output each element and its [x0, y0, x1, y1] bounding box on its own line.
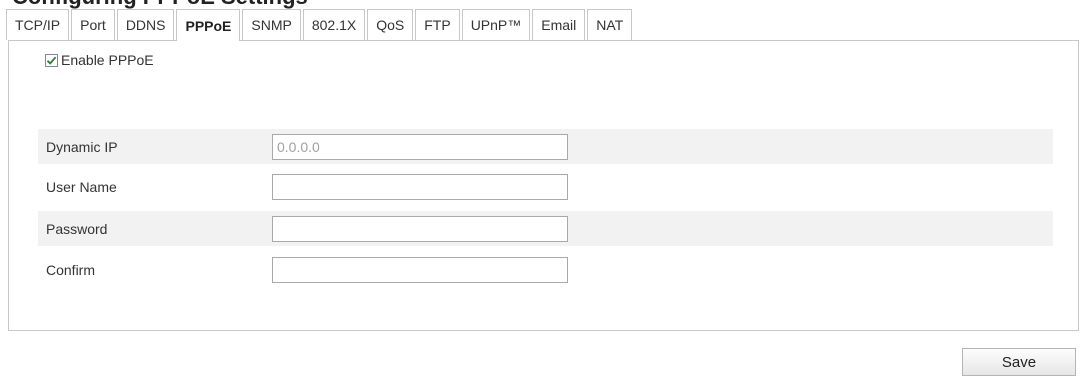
- tab-ftp[interactable]: FTP: [415, 9, 460, 40]
- dynamic-ip-field: [272, 134, 568, 160]
- confirm-row: Confirm: [38, 252, 1053, 287]
- tab-email[interactable]: Email: [532, 9, 586, 40]
- password-input[interactable]: [272, 216, 568, 242]
- dynamic-ip-label: Dynamic IP: [46, 138, 118, 155]
- tab-8021x[interactable]: 802.1X: [302, 9, 366, 40]
- tab-tcpip[interactable]: TCP/IP: [6, 9, 70, 40]
- tab-pppoe[interactable]: PPPoE: [176, 9, 241, 41]
- confirm-label: Confirm: [46, 261, 96, 278]
- tab-port[interactable]: Port: [71, 9, 115, 40]
- tab-ddns[interactable]: DDNS: [116, 9, 175, 40]
- dynamic-ip-row: Dynamic IP: [38, 129, 1053, 164]
- tab-qos[interactable]: QoS: [367, 9, 414, 40]
- user-name-row: User Name: [38, 169, 1053, 204]
- user-name-label: User Name: [46, 178, 117, 195]
- save-button[interactable]: Save: [962, 348, 1076, 376]
- tab-snmp[interactable]: SNMP: [242, 9, 301, 40]
- password-row: Password: [38, 211, 1053, 246]
- tab-bar: TCP/IP Port DDNS PPPoE SNMP 802.1X QoS F…: [6, 9, 634, 41]
- password-label: Password: [46, 220, 108, 237]
- tab-upnp[interactable]: UPnP™: [461, 9, 531, 40]
- checkmark-icon: [46, 56, 57, 65]
- enable-pppoe-label: Enable PPPoE: [61, 52, 154, 68]
- confirm-password-input[interactable]: [272, 257, 568, 283]
- tab-nat[interactable]: NAT: [587, 9, 633, 40]
- user-name-input[interactable]: [272, 174, 568, 200]
- enable-pppoe-checkbox[interactable]: [45, 53, 58, 67]
- enable-pppoe-row: Enable PPPoE: [45, 51, 154, 69]
